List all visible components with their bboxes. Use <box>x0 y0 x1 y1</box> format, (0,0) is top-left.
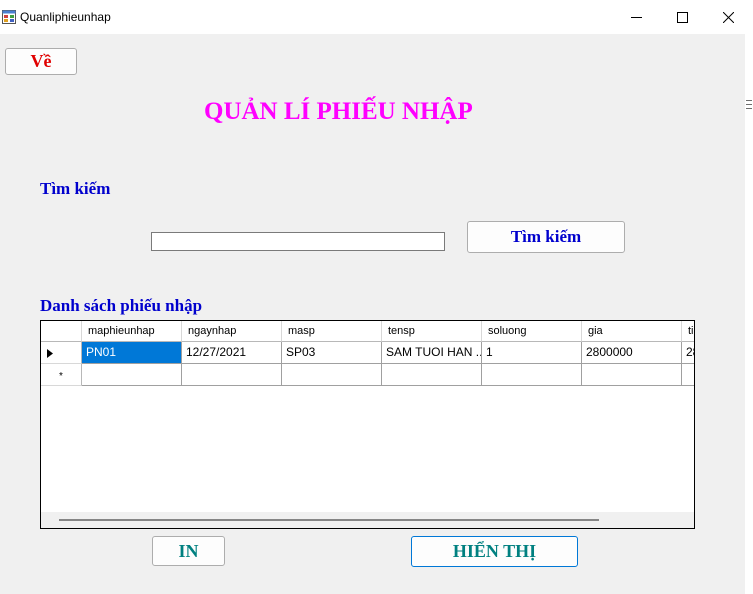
minimize-button[interactable] <box>613 0 659 34</box>
close-icon <box>722 11 734 23</box>
data-grid[interactable]: maphieunhap ngaynhap masp tensp soluong … <box>40 320 695 529</box>
column-header-ngaynhap[interactable]: ngaynhap <box>182 321 282 342</box>
new-row-cell[interactable] <box>182 364 282 386</box>
maximize-button[interactable] <box>659 0 705 34</box>
table-cell[interactable]: SP03 <box>282 342 382 364</box>
new-row-cell[interactable] <box>282 364 382 386</box>
table-cell[interactable]: SAM TUOI HAN ... <box>382 342 482 364</box>
grid-empty-area <box>41 386 694 528</box>
column-header-masp[interactable]: masp <box>282 321 382 342</box>
table-cell[interactable]: 12/27/2021 <box>182 342 282 364</box>
table-cell[interactable]: 28 <box>682 342 694 364</box>
new-row-marker[interactable]: * <box>41 364 82 386</box>
app-icon <box>2 10 16 24</box>
scrollbar-thumb[interactable] <box>59 519 599 521</box>
column-header-tensp[interactable]: tensp <box>382 321 482 342</box>
search-heading: Tìm kiếm <box>40 179 111 198</box>
minimize-icon <box>630 16 642 18</box>
column-header-soluong[interactable]: soluong <box>482 321 582 342</box>
edge-mark <box>746 104 752 105</box>
table-cell[interactable]: PN01 <box>82 342 182 364</box>
table-cell[interactable]: 1 <box>482 342 582 364</box>
row-header-current[interactable] <box>41 342 82 364</box>
show-button[interactable]: HIỂN THỊ <box>411 536 578 567</box>
back-button[interactable]: Về <box>5 48 77 75</box>
window-title: Quanliphieunhap <box>20 10 111 24</box>
title-bar: Quanliphieunhap <box>0 0 745 34</box>
list-heading: Danh sách phiếu nhập <box>40 296 203 315</box>
new-row-cell[interactable] <box>82 364 182 386</box>
column-header-maphieunhap[interactable]: maphieunhap <box>82 321 182 342</box>
current-row-arrow-icon <box>47 349 53 358</box>
grid-corner-header <box>41 321 82 342</box>
new-row-cell[interactable] <box>682 364 694 386</box>
page-title: QUẢN LÍ PHIẾU NHẬP <box>204 98 473 125</box>
background-window-edge <box>745 0 753 594</box>
maximize-icon <box>676 11 688 23</box>
new-row-cell[interactable] <box>582 364 682 386</box>
edge-mark <box>746 108 752 109</box>
print-button[interactable]: IN <box>152 536 225 566</box>
table-cell[interactable]: 2800000 <box>582 342 682 364</box>
column-header-partial[interactable]: ti <box>682 321 694 342</box>
column-header-gia[interactable]: gia <box>582 321 682 342</box>
new-row-cell[interactable] <box>382 364 482 386</box>
app-window: Quanliphieunhap Về QUẢN LÍ PHIẾU NHẬP Tì… <box>0 0 746 594</box>
new-row-cell[interactable] <box>482 364 582 386</box>
search-button[interactable]: Tìm kiếm <box>467 221 625 253</box>
search-input[interactable] <box>151 232 445 251</box>
edge-mark <box>746 100 752 101</box>
horizontal-scrollbar[interactable] <box>41 512 694 528</box>
